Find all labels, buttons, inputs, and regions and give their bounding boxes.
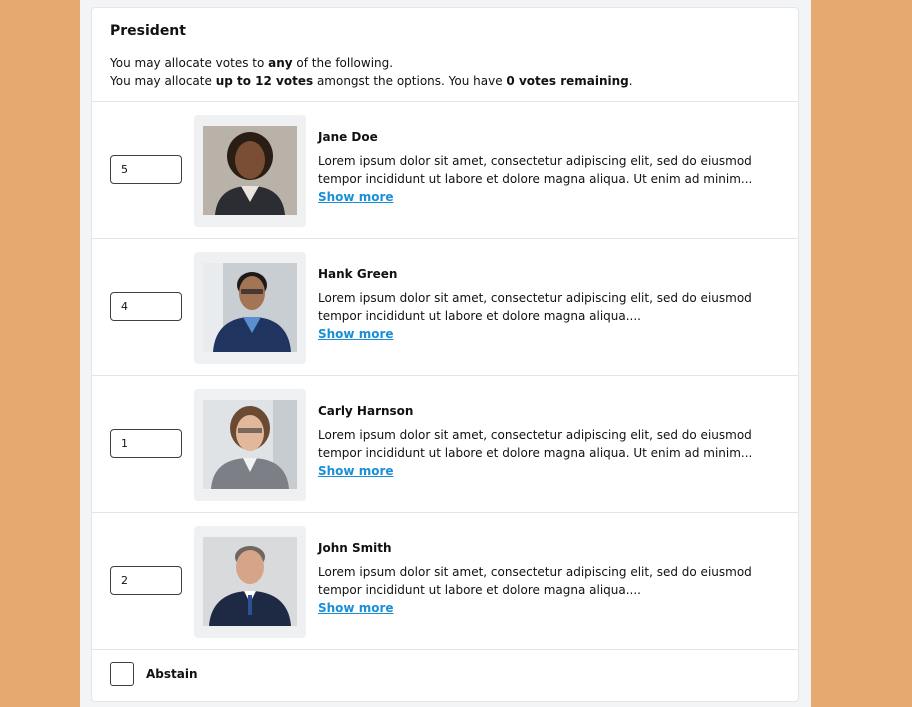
instruction-text: You may allocate votes to xyxy=(110,56,269,70)
portrait-man-icon xyxy=(203,537,297,626)
candidate-photo xyxy=(194,389,306,501)
portrait-woman-icon xyxy=(203,400,297,489)
description-line: tempor incididunt ut labore et dolore ma… xyxy=(318,446,753,460)
description-line: Lorem ipsum dolor sit amet, consectetur … xyxy=(318,291,752,305)
show-more-link[interactable]: Show more xyxy=(318,326,394,342)
candidate-option: Carly Harnson Lorem ipsum dolor sit amet… xyxy=(92,376,798,513)
description-line: tempor incididunt ut labore et dolore ma… xyxy=(318,309,641,323)
vote-count-input[interactable] xyxy=(110,155,182,184)
candidate-name: Jane Doe xyxy=(318,130,378,144)
candidate-option: Jane Doe Lorem ipsum dolor sit amet, con… xyxy=(92,102,798,239)
show-more-link[interactable]: Show more xyxy=(318,463,394,479)
instruction-text: amongst the options. You have xyxy=(313,74,507,88)
description-line: Lorem ipsum dolor sit amet, consectetur … xyxy=(318,565,752,579)
show-more-link[interactable]: Show more xyxy=(318,600,394,616)
description-line: tempor incididunt ut labore et dolore ma… xyxy=(318,583,641,597)
instruction-text: You may allocate xyxy=(110,74,216,88)
candidate-name: Carly Harnson xyxy=(318,404,414,418)
candidate-name: John Smith xyxy=(318,541,392,555)
candidate-photo xyxy=(194,526,306,638)
ballot-card: President You may allocate votes to any … xyxy=(91,7,799,702)
candidate-description: Lorem ipsum dolor sit amet, consectetur … xyxy=(318,152,758,206)
vote-count-input[interactable] xyxy=(110,566,182,595)
description-line: Lorem ipsum dolor sit amet, consectetur … xyxy=(318,154,752,168)
candidate-option: Hank Green Lorem ipsum dolor sit amet, c… xyxy=(92,239,798,376)
candidate-name: Hank Green xyxy=(318,267,398,281)
candidate-photo xyxy=(194,115,306,227)
candidate-description: Lorem ipsum dolor sit amet, consectetur … xyxy=(318,426,758,480)
portrait-man-icon xyxy=(203,263,297,352)
ballot-page: President You may allocate votes to any … xyxy=(80,0,811,707)
instruction-text: . xyxy=(628,74,633,88)
description-line: tempor incididunt ut labore et dolore ma… xyxy=(318,172,753,186)
candidate-photo xyxy=(194,252,306,364)
instruction-line-1: You may allocate votes to any of the fol… xyxy=(110,54,780,72)
show-more-link[interactable]: Show more xyxy=(318,189,394,205)
instruction-line-2: You may allocate up to 12 votes amongst … xyxy=(110,72,780,90)
vote-count-input[interactable] xyxy=(110,429,182,458)
candidate-option: John Smith Lorem ipsum dolor sit amet, c… xyxy=(92,513,798,650)
candidate-description: Lorem ipsum dolor sit amet, consectetur … xyxy=(318,289,758,343)
instruction-emphasis: any xyxy=(268,56,293,70)
abstain-label: Abstain xyxy=(146,667,198,681)
candidate-description: Lorem ipsum dolor sit amet, consectetur … xyxy=(318,563,758,617)
vote-count-input[interactable] xyxy=(110,292,182,321)
abstain-option: Abstain xyxy=(92,650,798,698)
portrait-woman-icon xyxy=(203,126,297,215)
ballot-header: President You may allocate votes to any … xyxy=(92,8,798,102)
description-line: Lorem ipsum dolor sit amet, consectetur … xyxy=(318,428,752,442)
instruction-text: of the following. xyxy=(292,56,394,70)
votes-remaining: 0 votes remaining xyxy=(506,74,629,88)
abstain-checkbox[interactable] xyxy=(110,662,134,686)
vote-limit: up to 12 votes xyxy=(215,74,314,88)
ballot-title: President xyxy=(110,23,186,39)
